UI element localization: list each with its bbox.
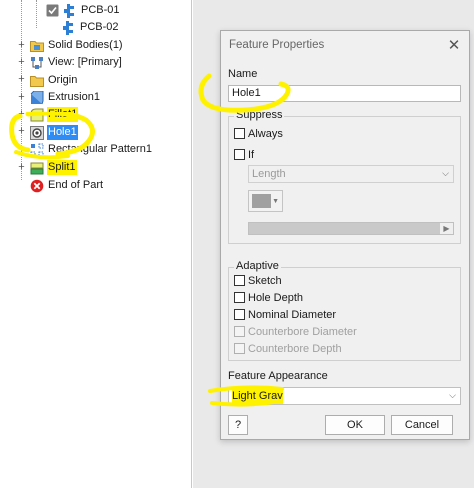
browser-item-label: End of Part — [48, 179, 104, 191]
split-icon — [30, 161, 44, 175]
chevron-down-icon: ⌵ — [449, 390, 456, 400]
browser-item-pcb-02[interactable]: PCB-02 — [62, 19, 120, 36]
always-label: Always — [248, 127, 283, 140]
parameter-dropdown[interactable]: Length ⌵ — [248, 165, 454, 183]
color-swatch — [252, 194, 271, 208]
folder-icon — [30, 39, 44, 53]
hole-depth-label: Hole Depth — [248, 291, 304, 304]
dialog-title: Feature Properties — [229, 39, 325, 51]
counterbore-depth-label: Counterbore Depth — [248, 342, 342, 355]
feature-properties-dialog: Feature Properties ✕ Name Hole1 Suppress… — [220, 30, 470, 440]
chevron-down-icon: ▼ — [272, 198, 279, 205]
browser-item-label: Rectangular Pattern1 — [48, 143, 152, 155]
browser-item-view[interactable]: View: [Primary] — [30, 54, 123, 71]
browser-item-extrusion1[interactable]: Extrusion1 — [30, 89, 101, 106]
help-icon: ? — [234, 419, 242, 431]
expand-solid-bodies[interactable]: + — [17, 40, 26, 51]
sketch-label: Sketch — [248, 274, 282, 287]
expand-hole1[interactable]: + — [17, 126, 26, 137]
if-label: If — [248, 148, 255, 161]
browser-item-label: Split1 — [47, 160, 77, 175]
parameter-value: Length — [252, 168, 286, 180]
counterbore-diameter-checkbox: Counterbore Diameter — [234, 324, 357, 339]
chevron-down-icon: ⌵ — [442, 168, 449, 178]
folder-icon — [30, 74, 44, 88]
hole-icon — [30, 125, 44, 140]
adaptive-group-title: Adaptive — [234, 260, 281, 272]
browser-item-label: PCB-02 — [80, 21, 119, 33]
checkbox-box[interactable] — [234, 128, 245, 139]
checkbox-box[interactable] — [234, 275, 245, 286]
browser-item-label: Origin — [48, 74, 78, 86]
help-button[interactable]: ? — [228, 415, 248, 435]
view-icon — [30, 56, 44, 70]
nominal-diameter-label: Nominal Diameter — [248, 308, 337, 321]
browser-item-label: Fillet1 — [47, 107, 79, 122]
checkbox-box[interactable] — [234, 292, 245, 303]
browser-item-label: View: [Primary] — [48, 56, 122, 68]
checkbox-icon — [46, 4, 60, 18]
feature-appearance-value: Light Gray — [232, 389, 283, 404]
extrusion-icon — [30, 90, 44, 105]
cancel-button[interactable]: Cancel — [391, 415, 453, 435]
sketch-checkbox[interactable]: Sketch — [234, 273, 282, 288]
counterbore-depth-checkbox: Counterbore Depth — [234, 341, 342, 356]
browser-item-rectangular-pattern1[interactable]: Rectangular Pattern1 — [30, 141, 153, 158]
expand-fillet1[interactable]: + — [17, 109, 26, 120]
expand-rectangular-pattern1[interactable]: + — [17, 144, 26, 155]
part-icon — [62, 20, 76, 35]
browser-item-origin[interactable]: Origin — [30, 72, 78, 89]
browser-item-label: PCB-01 — [81, 4, 120, 16]
always-checkbox[interactable]: Always — [234, 126, 283, 141]
expand-origin[interactable]: + — [17, 74, 26, 85]
close-icon[interactable]: ✕ — [447, 36, 461, 54]
name-label: Name — [228, 68, 258, 80]
browser-item-pcb-01[interactable]: PCB-01 — [46, 2, 121, 19]
feature-appearance-label: Feature Appearance — [228, 370, 328, 382]
if-checkbox[interactable]: If — [234, 147, 254, 162]
hole-depth-checkbox[interactable]: Hole Depth — [234, 290, 303, 305]
fillet-icon — [30, 108, 44, 122]
browser-item-label: Hole1 — [47, 125, 78, 140]
checkbox-box[interactable] — [234, 309, 245, 320]
browser-item-end-of-part[interactable]: End of Part — [30, 177, 104, 194]
tree-line — [36, 0, 37, 28]
expand-split1[interactable]: + — [17, 162, 26, 173]
checkbox-box — [234, 343, 245, 354]
browser-item-label: Solid Bodies(1) — [48, 39, 123, 51]
name-field[interactable]: Hole1 — [228, 85, 461, 102]
browser-item-solid-bodies[interactable]: Solid Bodies(1) — [30, 37, 124, 54]
part-icon — [63, 3, 77, 18]
model-browser: + + + + + + + + PCB-01 PCB-02 Solid Bodi… — [0, 0, 192, 488]
value-slider[interactable]: ▶ — [248, 222, 454, 235]
browser-item-fillet1[interactable]: Fillet1 — [30, 106, 79, 123]
checkbox-box — [234, 326, 245, 337]
counterbore-diameter-label: Counterbore Diameter — [248, 325, 357, 338]
end-of-part-icon — [30, 179, 44, 193]
suppress-group-title: Suppress — [234, 109, 285, 121]
browser-item-label: Extrusion1 — [48, 91, 100, 103]
browser-item-hole1[interactable]: Hole1 — [30, 124, 78, 141]
browser-item-split1[interactable]: Split1 — [30, 159, 77, 176]
slider-arrow-icon: ▶ — [440, 223, 453, 234]
pattern-icon — [30, 143, 44, 157]
feature-appearance-dropdown[interactable]: Light Gray ⌵ — [228, 387, 461, 405]
nominal-diameter-checkbox[interactable]: Nominal Diameter — [234, 307, 336, 322]
expand-view[interactable]: + — [17, 57, 26, 68]
color-swatch-button[interactable]: ▼ — [248, 190, 283, 212]
checkbox-box[interactable] — [234, 149, 245, 160]
ok-button[interactable]: OK — [325, 415, 385, 435]
expand-extrusion1[interactable]: + — [17, 92, 26, 103]
